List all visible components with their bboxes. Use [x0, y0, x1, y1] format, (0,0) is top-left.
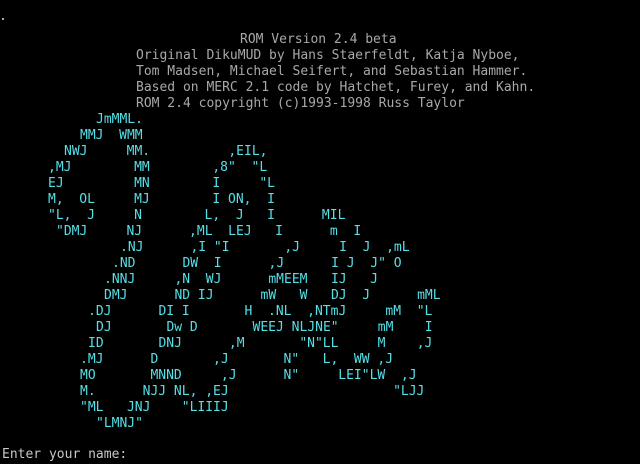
credits-line: Tom Madsen, Michael Seifert, and Sebasti…: [136, 64, 528, 79]
terminal-screen: ROM Version 2.4 beta Original DikuMUD by…: [0, 0, 640, 464]
ascii-art-line: .DJ DI I H .NL ,NTmJ mM "L: [88, 304, 433, 319]
ascii-art-line: .MJ D ,J N" L, WW ,J: [80, 352, 394, 367]
ascii-art-line: .NNJ ,N WJ mMEEM IJ J: [104, 272, 378, 287]
ascii-art-line: NWJ MM. ,EIL,: [64, 144, 268, 159]
ascii-art-line: .NJ ,I "I ,J I J ,mL: [120, 240, 410, 255]
credits-line: Based on MERC 2.1 code by Hatchet, Furey…: [136, 80, 536, 95]
ascii-art-line: ID DNJ ,M "N"LL M ,J: [88, 336, 433, 351]
version-line: ROM Version 2.4 beta: [240, 32, 397, 47]
name-prompt-label: Enter your name:: [2, 447, 128, 462]
ascii-art-line: "ML JNJ "LIIIJ: [80, 400, 229, 415]
ascii-art-line: M. NJJ NL, ,EJ "LJJ: [80, 384, 425, 399]
ascii-art-line: "LMNJ": [96, 416, 143, 431]
credits-line: Original DikuMUD by Hans Staerfeldt, Kat…: [136, 48, 520, 63]
ascii-art-line: M, OL MJ I ON, I: [48, 192, 275, 207]
ascii-art-line: .ND DW I ,J I J J" O: [112, 256, 402, 271]
name-input[interactable]: [132, 447, 332, 462]
copyright-line: ROM 2.4 copyright (c)1993-1998 Russ Tayl…: [136, 96, 465, 111]
ascii-art-line: DJ Dw D WEEJ NLJNE" mM I: [96, 320, 433, 335]
ascii-art-line: ,MJ MM ,8" "L: [48, 160, 268, 175]
ascii-art-line: MMJ WMM: [80, 128, 143, 143]
cursor-artifact: [2, 18, 4, 20]
ascii-art-line: DMJ ND IJ mW W DJ J mML: [104, 288, 441, 303]
ascii-art-line: JmMML.: [96, 112, 143, 127]
ascii-art-line: "DMJ NJ ,ML LEJ I m I: [56, 224, 362, 239]
ascii-art-line: EJ MN I "L: [48, 176, 275, 191]
ascii-art-line: MO MNND ,J N" LEI"LW ,J: [80, 368, 417, 383]
ascii-art-line: "L, J N L, J I MIL: [48, 208, 346, 223]
